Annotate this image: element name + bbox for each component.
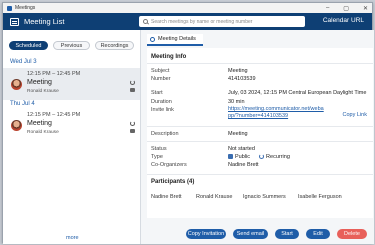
details-panel: Meeting Details Meeting Info Subject Mee… xyxy=(141,30,374,244)
maximize-icon[interactable]: ▢ xyxy=(343,5,349,12)
app-icon xyxy=(7,5,12,11)
calendar-url-link[interactable]: Calendar URL xyxy=(323,17,364,24)
status-label: Status xyxy=(151,146,167,152)
meeting-owner: Ronald Krause xyxy=(27,130,59,135)
search-input[interactable] xyxy=(151,18,301,25)
start-value: July, 03 2024, 12:15 PM Central European… xyxy=(228,90,367,96)
invite-link-label: Invite link xyxy=(151,107,174,113)
status-value: Not started xyxy=(228,146,255,152)
participant: Isabelle Ferguson xyxy=(298,194,342,200)
participant: Nadine Brett xyxy=(151,194,182,200)
meeting-list-panel: Scheduled Previous Recordings Wed Jul 3 … xyxy=(3,30,141,244)
copy-invitation-button[interactable]: Copy Invitation xyxy=(186,229,226,239)
page-title: Meeting List xyxy=(24,17,65,26)
co-organizers-value: Nadine Brett xyxy=(228,162,259,168)
delete-button[interactable]: Delete xyxy=(337,229,367,239)
copy-link-button[interactable]: Copy Link xyxy=(343,112,367,118)
edit-button[interactable]: Edit xyxy=(306,229,330,239)
list-tabs: Scheduled Previous Recordings xyxy=(9,41,134,50)
tab-previous[interactable]: Previous xyxy=(53,41,90,50)
meeting-owner: Ronald Krause xyxy=(27,89,59,94)
description-value: Meeting xyxy=(228,131,248,137)
tab-recordings[interactable]: Recordings xyxy=(95,41,134,50)
divider xyxy=(147,63,373,64)
os-title-bar: Meetings – ▢ ✕ xyxy=(3,3,372,13)
search-box[interactable] xyxy=(139,16,305,27)
number-value: 414103539 xyxy=(228,76,256,82)
duration-value: 30 min xyxy=(228,99,245,105)
search-icon xyxy=(143,19,148,24)
tab-meeting-details[interactable]: Meeting Details xyxy=(147,34,203,46)
os-window-title: Meetings xyxy=(15,5,36,11)
info-icon xyxy=(150,36,155,42)
recurring-icon xyxy=(130,80,135,85)
meeting-list-icon xyxy=(10,17,19,26)
minimize-icon[interactable]: – xyxy=(326,5,329,11)
meeting-time: 12:15 PM – 12:45 PM xyxy=(27,112,81,118)
participants-heading: Participants (4) xyxy=(151,179,195,185)
divider xyxy=(147,141,373,142)
participant: Ignacio Summers xyxy=(243,194,286,200)
meeting-name: Meeting xyxy=(27,79,52,86)
avatar xyxy=(11,79,22,90)
camera-icon xyxy=(130,129,135,133)
recurring-icon xyxy=(130,121,135,126)
meeting-list-item[interactable]: 12:15 PM – 12:45 PM Meeting Ronald Kraus… xyxy=(3,109,140,141)
subject-value: Meeting xyxy=(228,68,248,74)
more-link[interactable]: more xyxy=(66,235,79,241)
start-label: Start xyxy=(151,90,163,96)
meeting-info-heading: Meeting Info xyxy=(151,54,187,60)
description-label: Description xyxy=(151,131,179,137)
duration-label: Duration xyxy=(151,99,172,105)
meeting-details-card: Meeting Info Subject Meeting Number 4141… xyxy=(147,48,373,218)
start-button[interactable]: Start xyxy=(275,229,299,239)
meeting-name: Meeting xyxy=(27,120,52,127)
type-label: Type xyxy=(151,154,163,160)
recurring-icon xyxy=(259,154,265,159)
tab-scheduled[interactable]: Scheduled xyxy=(9,41,48,50)
day-header: Thu Jul 4 xyxy=(10,101,35,107)
subject-label: Subject xyxy=(151,68,170,74)
meeting-list-item[interactable]: 12:15 PM – 12:45 PM Meeting Ronald Kraus… xyxy=(3,68,140,100)
camera-icon xyxy=(130,88,135,92)
type-public: Public xyxy=(235,154,250,160)
tab-label: Meeting Details xyxy=(158,36,196,42)
participant: Ronald Krause xyxy=(196,194,233,200)
send-email-button[interactable]: Send email xyxy=(233,229,268,239)
invite-link[interactable]: https://meeting.communicator.net/webapp/… xyxy=(228,106,326,120)
meeting-time: 12:15 PM – 12:45 PM xyxy=(27,71,81,77)
type-recurring: Recurring xyxy=(266,154,290,160)
app-header: Meeting List Calendar URL xyxy=(3,13,372,30)
number-label: Number xyxy=(151,76,171,82)
app-window: Meetings – ▢ ✕ Meeting List Calendar URL… xyxy=(2,2,374,244)
public-icon xyxy=(228,154,233,159)
close-icon[interactable]: ✕ xyxy=(363,5,368,12)
divider xyxy=(147,174,373,175)
divider xyxy=(147,126,373,127)
co-organizers-label: Co-Organizers xyxy=(151,162,187,168)
window-controls: – ▢ ✕ xyxy=(326,3,368,13)
type-value: Public Recurring xyxy=(228,154,290,160)
avatar xyxy=(11,120,22,131)
day-header: Wed Jul 3 xyxy=(10,59,37,65)
